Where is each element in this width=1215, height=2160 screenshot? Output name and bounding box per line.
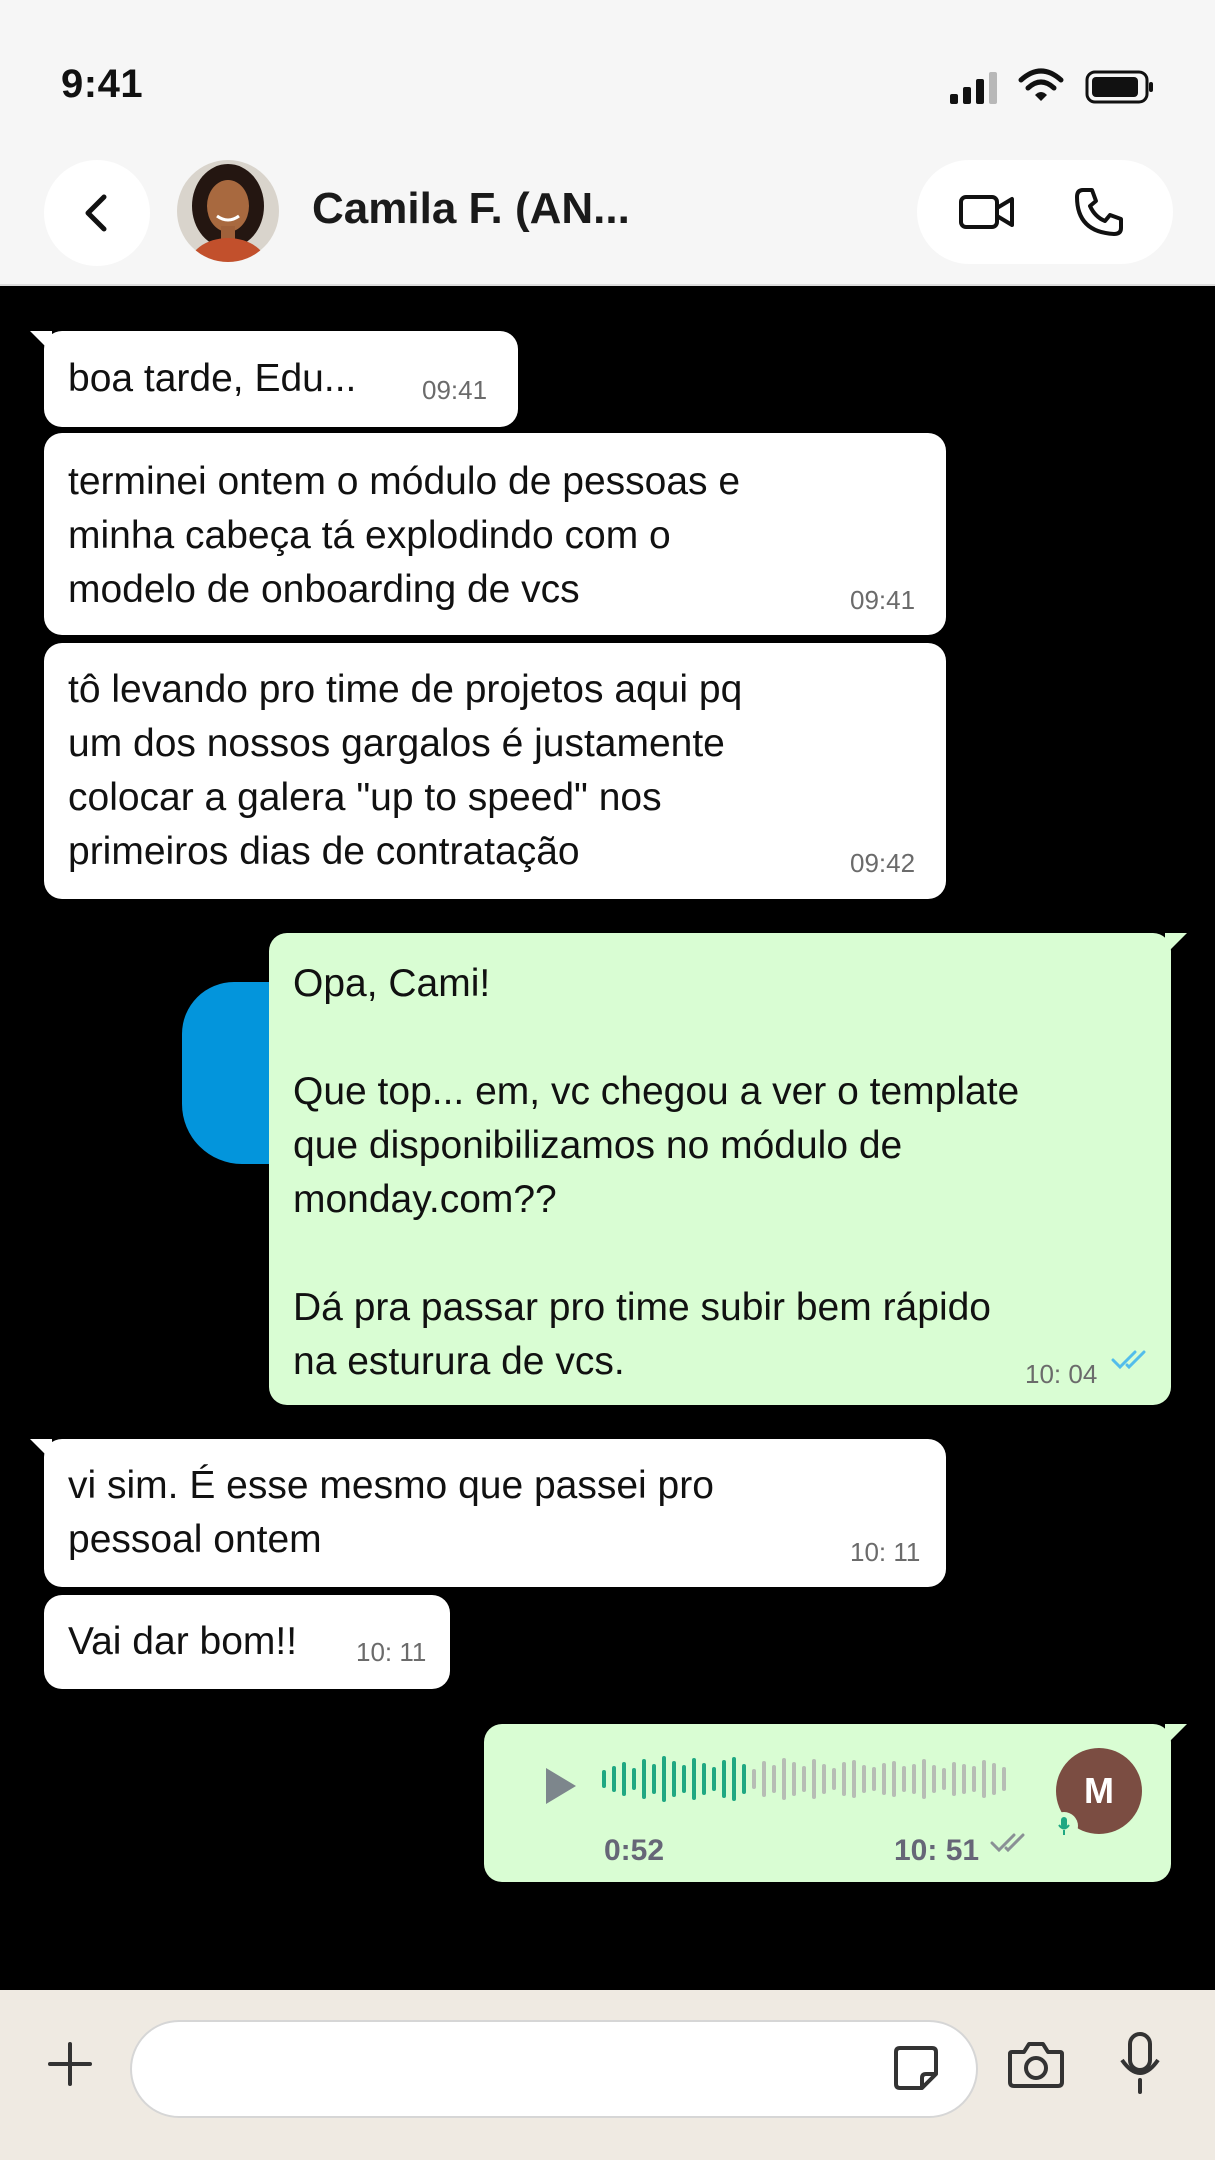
waveform-bar bbox=[852, 1760, 856, 1798]
video-camera-icon bbox=[959, 195, 1014, 229]
waveform-bar bbox=[912, 1764, 916, 1794]
waveform-bar bbox=[712, 1767, 716, 1791]
message-time: 09:42 bbox=[850, 848, 916, 878]
waveform-bar bbox=[982, 1760, 986, 1798]
waveform-bar bbox=[792, 1762, 796, 1796]
double-check-icon bbox=[990, 1833, 1025, 1853]
message-bubble-incoming[interactable]: vi sim. É esse mesmo que passei pro pess… bbox=[30, 1439, 946, 1587]
waveform-bar bbox=[822, 1764, 826, 1794]
waveform-bar bbox=[862, 1765, 866, 1793]
waveform-bar bbox=[972, 1766, 976, 1792]
message-text: boa tarde, Edu... bbox=[68, 357, 357, 400]
video-call-button[interactable] bbox=[955, 186, 1019, 238]
waveform-bar bbox=[882, 1763, 886, 1795]
battery-icon bbox=[1085, 70, 1153, 104]
waveform-bar bbox=[832, 1768, 836, 1790]
message-time: 10: 04 bbox=[1025, 1359, 1098, 1389]
waveform-bar bbox=[902, 1766, 906, 1792]
wifi-icon bbox=[1018, 68, 1064, 101]
waveform-bar bbox=[632, 1768, 636, 1790]
waveform-bar bbox=[872, 1767, 876, 1791]
waveform-bar bbox=[772, 1765, 776, 1793]
microphone-icon[interactable] bbox=[1116, 2030, 1164, 2096]
camera-icon[interactable] bbox=[1006, 2036, 1066, 2092]
waveform-bar bbox=[752, 1769, 756, 1789]
contact-avatar[interactable] bbox=[177, 160, 279, 262]
waveform-bar bbox=[762, 1761, 766, 1797]
bubble-tail bbox=[1165, 933, 1187, 955]
waveform-bar bbox=[992, 1763, 996, 1795]
back-button[interactable] bbox=[44, 160, 150, 266]
message-bubble-incoming[interactable]: Vai dar bom!! 10: 11 bbox=[44, 1595, 450, 1689]
waveform-bar bbox=[682, 1765, 686, 1793]
signal-icon bbox=[950, 72, 997, 104]
microphone-badge bbox=[1050, 1812, 1078, 1840]
waveform-bar bbox=[622, 1762, 626, 1796]
waveform-bar bbox=[892, 1761, 896, 1797]
sticker-icon[interactable] bbox=[890, 2042, 942, 2094]
bubble-tail bbox=[1165, 1724, 1187, 1746]
waveform-bar bbox=[812, 1759, 816, 1799]
waveform-bar bbox=[612, 1766, 616, 1792]
message-text: Opa, Cami! Que top... em, vc chegou a ve… bbox=[293, 962, 1020, 1383]
waveform-bar bbox=[602, 1770, 606, 1788]
back-arrow-icon bbox=[85, 194, 107, 232]
message-bubble-incoming[interactable]: terminei ontem o módulo de pessoas e min… bbox=[44, 433, 946, 635]
waveform-bar bbox=[722, 1760, 726, 1798]
waveform-bar bbox=[922, 1759, 926, 1799]
voice-duration: 0:52 bbox=[604, 1834, 665, 1867]
waveform-bar bbox=[932, 1765, 936, 1793]
voice-call-button[interactable] bbox=[1069, 184, 1129, 240]
waveform-bar bbox=[842, 1762, 846, 1796]
message-text: vi sim. É esse mesmo que passei pro pess… bbox=[68, 1464, 714, 1561]
phone-icon bbox=[1075, 188, 1123, 236]
waveform-bar bbox=[962, 1764, 966, 1794]
waveform-bar bbox=[742, 1764, 746, 1794]
waveform-bar bbox=[782, 1758, 786, 1800]
message-input[interactable] bbox=[130, 2020, 978, 2118]
waveform-bar bbox=[952, 1762, 956, 1796]
waveform-bar bbox=[642, 1759, 646, 1799]
waveform-bar bbox=[652, 1764, 656, 1794]
chat-header: Camila F. (AN... bbox=[0, 138, 1215, 286]
bubble-tail bbox=[30, 1439, 52, 1461]
waveform-bar bbox=[662, 1756, 666, 1802]
waveform-bar bbox=[942, 1768, 946, 1790]
message-text: terminei ontem o módulo de pessoas e min… bbox=[68, 460, 741, 611]
double-check-icon bbox=[1111, 1350, 1146, 1370]
voice-waveform[interactable] bbox=[602, 1750, 1042, 1808]
play-icon[interactable] bbox=[540, 1764, 580, 1808]
status-time: 9:41 bbox=[61, 62, 144, 106]
waveform-bar bbox=[672, 1761, 676, 1797]
message-bubble-outgoing[interactable]: Opa, Cami! Que top... em, vc chegou a ve… bbox=[269, 933, 1187, 1405]
waveform-bar bbox=[1002, 1767, 1006, 1791]
waveform-bar bbox=[692, 1758, 696, 1800]
contact-name[interactable]: Camila F. (AN... bbox=[312, 184, 630, 234]
waveform-bar bbox=[702, 1763, 706, 1795]
message-text: Vai dar bom!! bbox=[68, 1620, 298, 1663]
voice-time: 10: 51 bbox=[894, 1834, 980, 1867]
plus-icon[interactable] bbox=[44, 2038, 96, 2090]
status-bar: 9:41 bbox=[0, 0, 1215, 138]
message-bubble-incoming[interactable]: boa tarde, Edu... 09:41 bbox=[30, 331, 518, 427]
message-time: 10: 11 bbox=[356, 1637, 427, 1667]
voice-message-bubble[interactable]: 0:52 10: 51 M bbox=[484, 1724, 1187, 1882]
input-bar bbox=[0, 1990, 1215, 2160]
waveform-bar bbox=[732, 1757, 736, 1801]
message-time: 10: 11 bbox=[850, 1537, 921, 1567]
message-text: tô levando pro time de projetos aqui pq … bbox=[68, 668, 743, 873]
message-bubble-incoming[interactable]: tô levando pro time de projetos aqui pq … bbox=[44, 643, 946, 899]
message-time: 09:41 bbox=[422, 375, 488, 405]
message-time: 09:41 bbox=[850, 585, 916, 615]
microphone-icon bbox=[1058, 1817, 1070, 1835]
bubble-tail bbox=[30, 331, 52, 353]
waveform-bar bbox=[802, 1766, 806, 1792]
call-actions bbox=[917, 160, 1173, 264]
